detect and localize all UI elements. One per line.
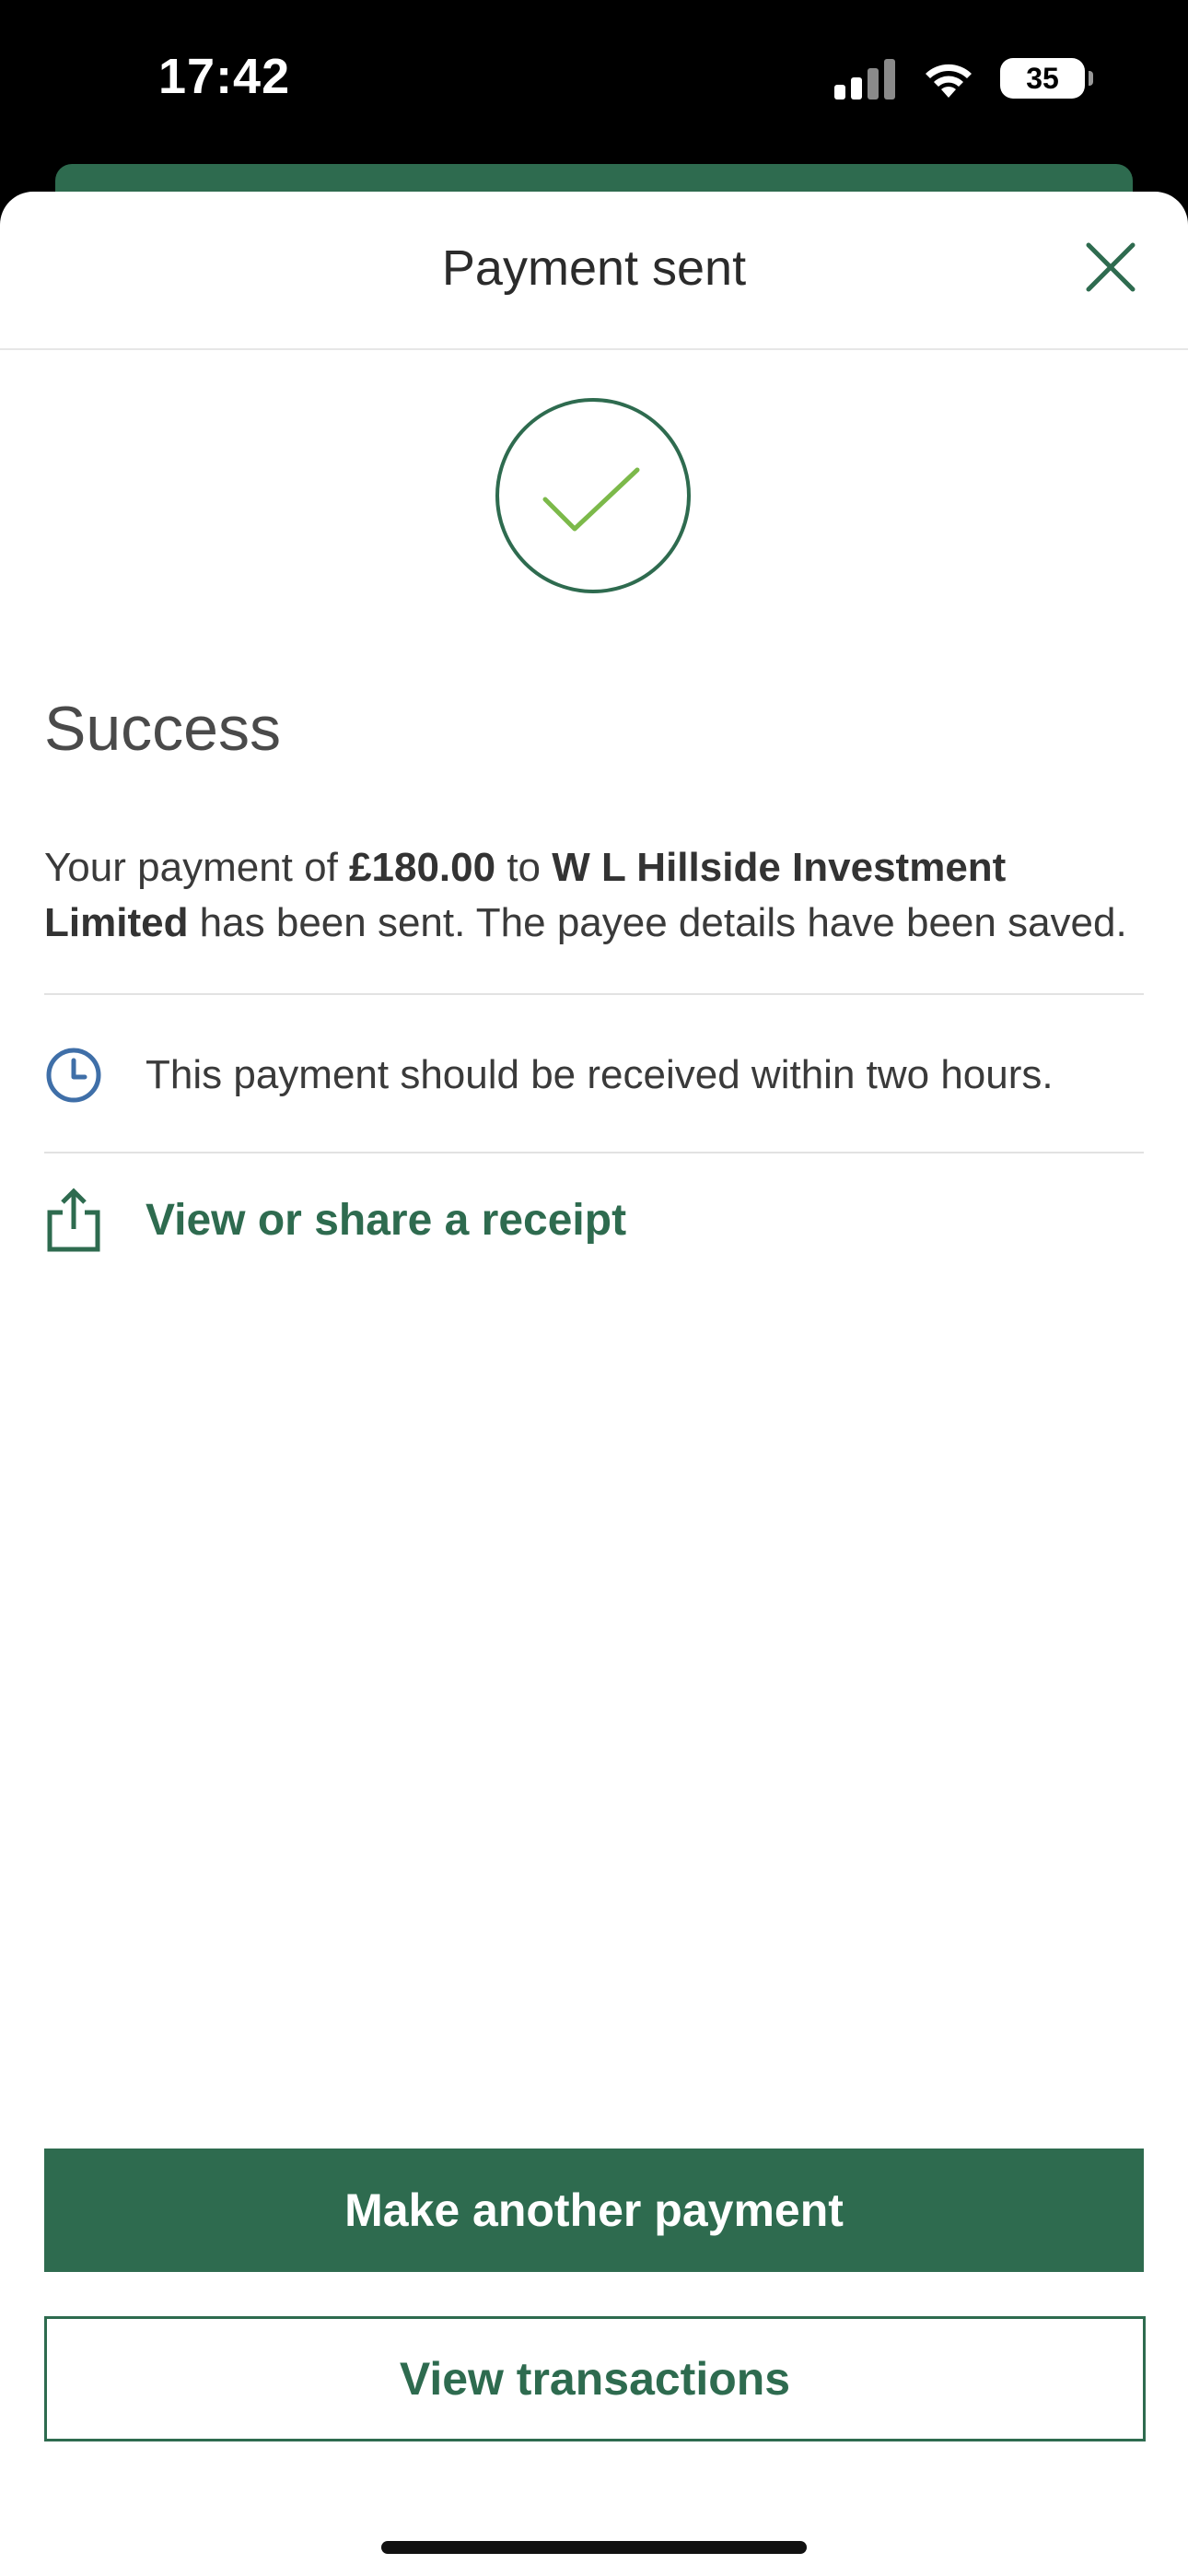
- message-middle: to: [495, 845, 553, 890]
- view-transactions-label: View transactions: [399, 2353, 791, 2405]
- status-bar: 17:42 35: [0, 0, 1188, 161]
- payment-message: Your payment of £180.00 to W L Hillside …: [44, 840, 1149, 951]
- make-another-payment-button[interactable]: Make another payment: [44, 2149, 1144, 2272]
- share-icon: [47, 1188, 100, 1252]
- message-prefix: Your payment of: [44, 845, 350, 890]
- wifi-icon: [926, 64, 972, 98]
- status-time: 17:42: [158, 49, 291, 104]
- view-receipt-link[interactable]: View or share a receipt: [44, 1155, 626, 1284]
- battery-nub: [1089, 71, 1093, 86]
- delivery-info-row: This payment should be received within t…: [44, 997, 1144, 1153]
- page-title: Payment sent: [441, 240, 747, 296]
- divider: [44, 1152, 1144, 1153]
- clock-icon: [46, 1048, 101, 1103]
- battery-level: 35: [1026, 61, 1059, 95]
- checkmark-circle-icon: [495, 398, 691, 593]
- sheet-header: Payment sent: [0, 192, 1188, 350]
- success-heading: Success: [44, 694, 281, 764]
- divider: [44, 993, 1144, 995]
- view-transactions-button[interactable]: View transactions: [44, 2316, 1146, 2441]
- make-another-payment-label: Make another payment: [344, 2184, 844, 2236]
- view-receipt-label: View or share a receipt: [146, 1195, 627, 1245]
- delivery-info-text: This payment should be received within t…: [146, 1052, 1054, 1097]
- screen: 17:42 35 Payment sent Success Your payme…: [0, 0, 1188, 2576]
- status-icons: 35: [833, 57, 1093, 100]
- close-icon[interactable]: [1081, 238, 1140, 297]
- home-indicator[interactable]: [381, 2541, 807, 2554]
- message-suffix: has been sent. The payee details have be…: [188, 900, 1127, 945]
- signal-icon: [834, 59, 895, 100]
- battery-icon: 35: [1000, 58, 1093, 99]
- payment-amount: £180.00: [349, 845, 496, 890]
